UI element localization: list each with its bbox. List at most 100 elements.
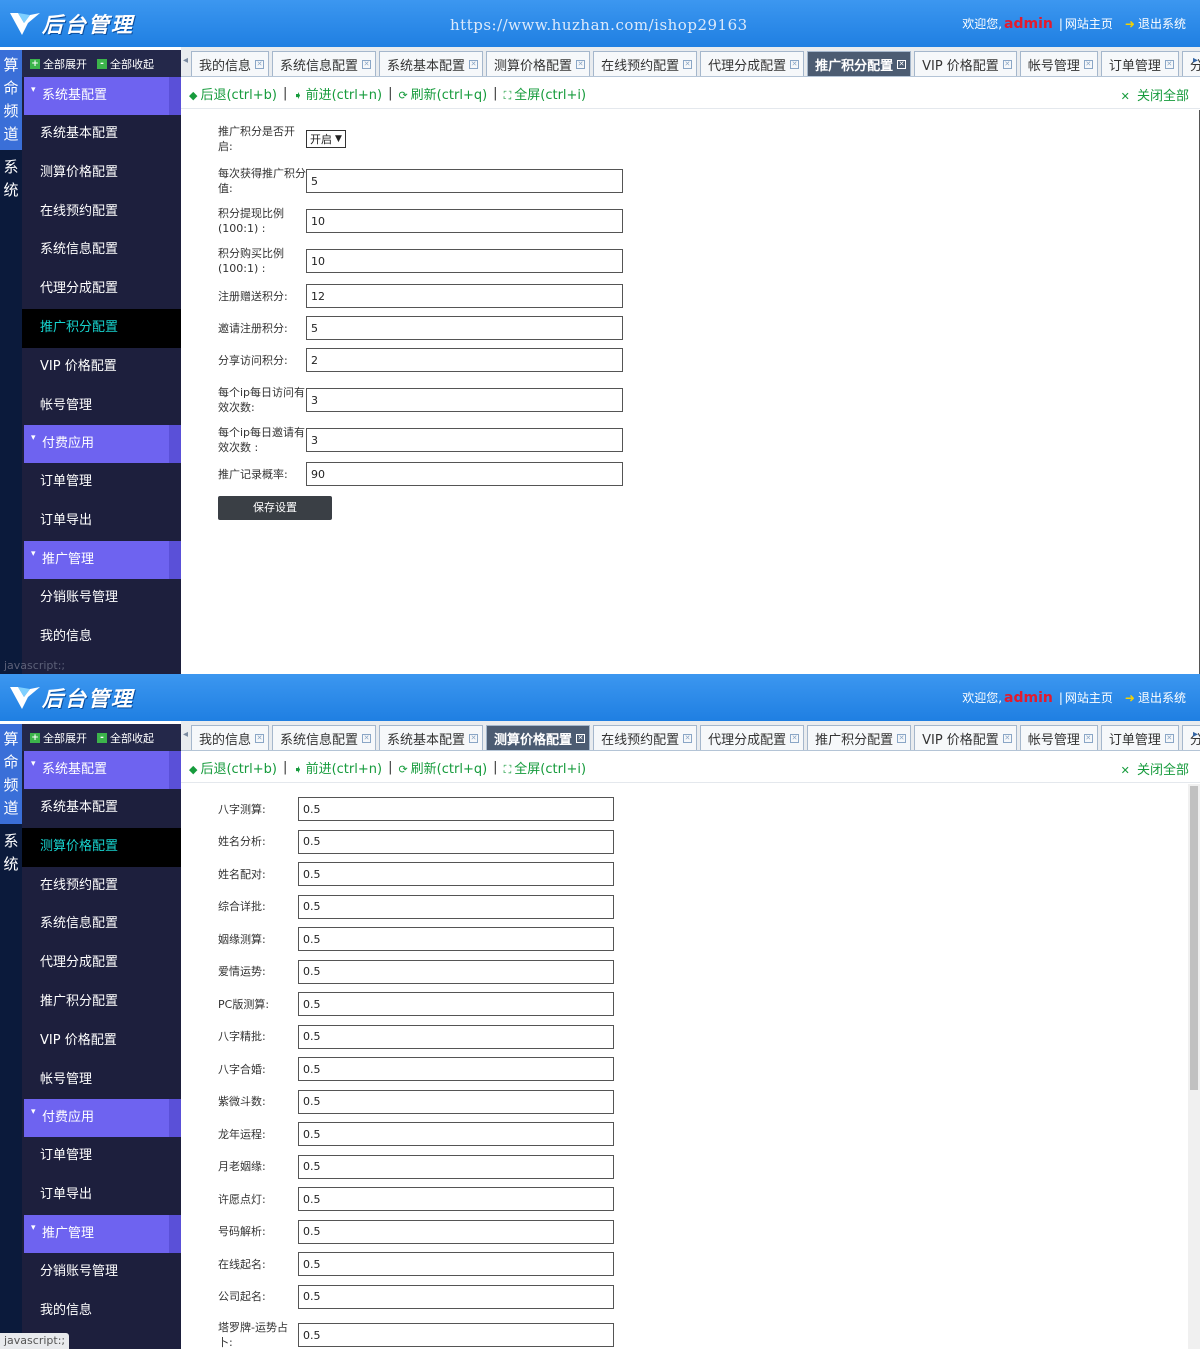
- price-ziwei-input[interactable]: 0.5: [298, 1089, 614, 1114]
- price-wish-lamp-input[interactable]: 0.5: [298, 1187, 614, 1211]
- sidebar-item-promo-config[interactable]: 推广积分配置: [22, 983, 181, 1022]
- tab-agent-config[interactable]: 代理分成配置 ✕: [700, 51, 805, 76]
- logout-link[interactable]: 退出系统: [1138, 689, 1186, 706]
- content-scrollbar[interactable]: [1188, 784, 1200, 1349]
- tab-close-icon[interactable]: ✕: [1002, 733, 1012, 743]
- tab-accounts[interactable]: 帐号管理 ✕: [1019, 51, 1098, 76]
- tab-close-icon[interactable]: ✕: [469, 59, 479, 69]
- sidebar-item-promo-config[interactable]: 推广积分配置: [22, 308, 181, 348]
- sidebar-item-accounts[interactable]: 帐号管理: [22, 387, 181, 426]
- tab-close-icon[interactable]: ✕: [897, 59, 907, 69]
- site-home-link[interactable]: 网站主页: [1065, 15, 1113, 32]
- price-dragon-year-input[interactable]: 0.5: [298, 1122, 614, 1146]
- tab-close-icon[interactable]: ✕: [790, 733, 800, 743]
- sidebar-item-info-config[interactable]: 系统信息配置: [22, 231, 181, 270]
- price-naming-input[interactable]: 0.5: [298, 1252, 614, 1276]
- save-button[interactable]: 保存设置: [218, 496, 332, 520]
- tab-close-icon[interactable]: ✕: [1083, 59, 1093, 69]
- refresh-button[interactable]: ⟳ 刷新(ctrl+q): [398, 84, 487, 103]
- logout-link[interactable]: 退出系统: [1138, 15, 1186, 32]
- promo-record-rate-input[interactable]: 90: [306, 462, 623, 486]
- expand-all-button[interactable]: + 全部展开: [30, 56, 87, 72]
- collapse-all-button[interactable]: - 全部收起: [97, 730, 154, 746]
- tab-close-icon[interactable]: ✕: [1164, 733, 1174, 743]
- tab-close-icon[interactable]: ✕: [576, 59, 586, 69]
- tab-orders[interactable]: 订单管理 ✕: [1100, 725, 1179, 750]
- sidebar-item-price-config[interactable]: 测算价格配置: [22, 827, 181, 867]
- register-bonus-input[interactable]: 12: [306, 284, 623, 308]
- withdraw-ratio-input[interactable]: 10: [306, 209, 623, 233]
- sidebar-group-paid[interactable]: ▾ 付费应用: [24, 1099, 181, 1138]
- tab-info-config[interactable]: 系统信息配置 ✕: [272, 51, 377, 76]
- sidebar-item-order-export[interactable]: 订单导出: [22, 502, 181, 541]
- tab-close-icon[interactable]: ✕: [897, 733, 907, 743]
- price-bazi-input[interactable]: 0.5: [298, 797, 614, 821]
- sidebar-group-promo[interactable]: ▾ 推广管理: [24, 1214, 181, 1253]
- channel-fortune[interactable]: 算命频道: [0, 50, 22, 150]
- channel-system[interactable]: 系统: [0, 150, 22, 208]
- sidebar-item-agent-config[interactable]: 代理分成配置: [22, 270, 181, 309]
- price-name-analysis-input[interactable]: 0.5: [298, 829, 614, 854]
- sidebar-item-vip-config[interactable]: VIP 价格配置: [22, 348, 181, 387]
- sidebar-item-basic-config[interactable]: 系统基本配置: [22, 115, 181, 154]
- fullscreen-button[interactable]: ⛶ 全屏(ctrl+i): [504, 84, 587, 103]
- tab-price-config[interactable]: 测算价格配置 ✕: [486, 51, 591, 76]
- tab-close-icon[interactable]: ✕: [255, 733, 265, 743]
- sidebar-item-my-info[interactable]: 我的信息: [22, 618, 181, 657]
- sidebar-group-system[interactable]: ▾ 系统基配置: [24, 751, 181, 789]
- sidebar-item-distributors[interactable]: 分销账号管理: [22, 579, 181, 618]
- tab-close-icon[interactable]: ✕: [1002, 59, 1012, 69]
- tab-close-icon[interactable]: ✕: [683, 59, 693, 69]
- fullscreen-button[interactable]: ⛶ 全屏(ctrl+i): [504, 758, 587, 777]
- price-marriage-input[interactable]: 0.5: [298, 927, 614, 951]
- back-button[interactable]: ◆ 后退(ctrl+b): [189, 84, 277, 103]
- scrollbar-thumb[interactable]: [1190, 786, 1198, 1090]
- tab-basic-config[interactable]: 系统基本配置 ✕: [379, 51, 484, 76]
- tab-my-info[interactable]: 我的信息 ✕: [191, 725, 270, 750]
- tab-close-icon[interactable]: ✕: [576, 733, 586, 743]
- forward-button[interactable]: ➧ 前进(ctrl+n): [293, 758, 382, 777]
- sidebar-item-orders[interactable]: 订单管理: [22, 1137, 181, 1176]
- channel-fortune[interactable]: 算命频道: [0, 724, 22, 824]
- sidebar-group-paid[interactable]: ▾ 付费应用: [24, 425, 181, 464]
- tab-accounts[interactable]: 帐号管理 ✕: [1019, 725, 1098, 750]
- ip-invite-limit-input[interactable]: 3: [306, 428, 623, 452]
- purchase-ratio-input[interactable]: 10: [306, 249, 623, 273]
- share-visit-input[interactable]: 2: [306, 348, 623, 372]
- price-tarot-input[interactable]: 0.5: [298, 1323, 614, 1347]
- tab-basic-config[interactable]: 系统基本配置 ✕: [379, 725, 484, 750]
- refresh-button[interactable]: ⟳ 刷新(ctrl+q): [398, 758, 487, 777]
- tab-close-icon[interactable]: ✕: [362, 59, 372, 69]
- collapse-all-button[interactable]: - 全部收起: [97, 56, 154, 72]
- sidebar-item-agent-config[interactable]: 代理分成配置: [22, 944, 181, 983]
- close-all-button[interactable]: ✕ 关闭全部: [1121, 85, 1189, 104]
- sidebar-item-booking-config[interactable]: 在线预约配置: [22, 193, 181, 232]
- sidebar-item-vip-config[interactable]: VIP 价格配置: [22, 1022, 181, 1061]
- sidebar-item-basic-config[interactable]: 系统基本配置: [22, 789, 181, 828]
- tab-close-icon[interactable]: ✕: [790, 59, 800, 69]
- price-matchmaker-input[interactable]: 0.5: [298, 1154, 614, 1179]
- back-button[interactable]: ◆ 后退(ctrl+b): [189, 758, 277, 777]
- ip-visit-limit-input[interactable]: 3: [306, 388, 623, 412]
- tab-close-icon[interactable]: ✕: [1164, 59, 1174, 69]
- tab-price-config[interactable]: 测算价格配置 ✕: [486, 725, 591, 750]
- invite-register-input[interactable]: 5: [306, 316, 623, 340]
- tab-booking-config[interactable]: 在线预约配置 ✕: [593, 51, 698, 76]
- tab-scroll-left-icon[interactable]: ◂: [183, 55, 188, 66]
- sidebar-group-system[interactable]: ▾ 系统基配置: [24, 77, 181, 115]
- price-bazi-detail-input[interactable]: 0.5: [298, 1024, 614, 1049]
- sidebar-item-distributors[interactable]: 分销账号管理: [22, 1253, 181, 1292]
- price-comprehensive-input[interactable]: 0.5: [298, 894, 614, 919]
- sidebar-item-accounts[interactable]: 帐号管理: [22, 1061, 181, 1100]
- close-all-button[interactable]: ✕ 关闭全部: [1121, 759, 1189, 778]
- forward-button[interactable]: ➧ 前进(ctrl+n): [293, 84, 382, 103]
- price-number-input[interactable]: 0.5: [298, 1219, 614, 1244]
- price-name-match-input[interactable]: 0.5: [298, 862, 614, 886]
- sidebar-item-my-info[interactable]: 我的信息: [22, 1292, 181, 1331]
- points-per-promo-input[interactable]: 5: [306, 169, 623, 193]
- tab-vip-config[interactable]: VIP 价格配置 ✕: [914, 725, 1017, 750]
- tab-scroll-right-icon[interactable]: ▸: [1193, 55, 1198, 66]
- tab-vip-config[interactable]: VIP 价格配置 ✕: [914, 51, 1017, 76]
- tab-close-icon[interactable]: ✕: [1083, 733, 1093, 743]
- price-love-input[interactable]: 0.5: [298, 959, 614, 984]
